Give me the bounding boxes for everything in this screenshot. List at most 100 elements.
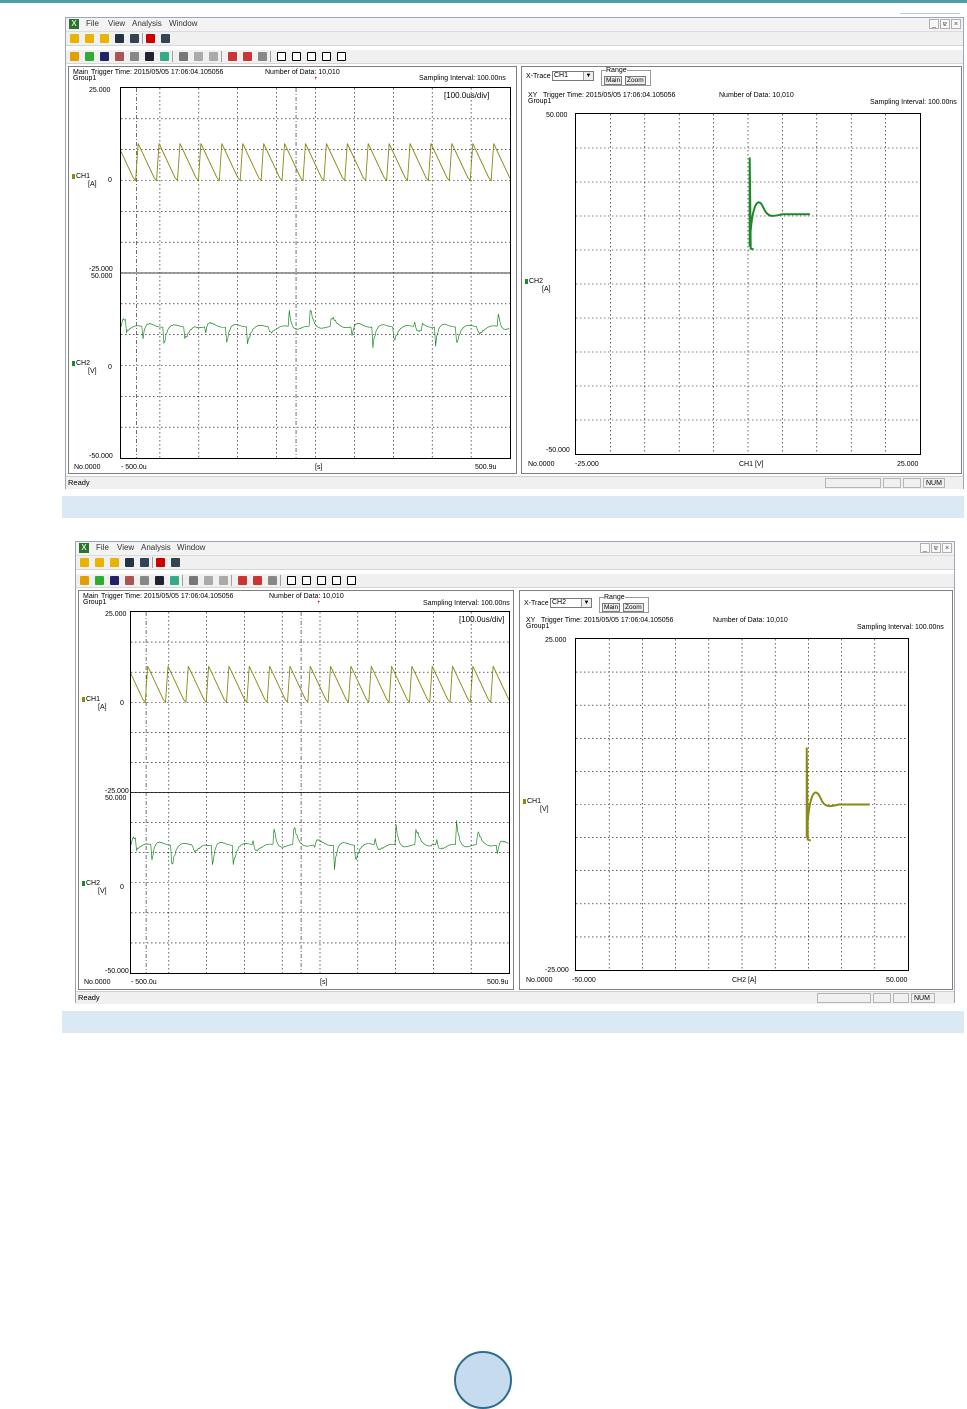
calc-icon[interactable] — [170, 576, 179, 585]
ch1-top-label: 25.000 — [105, 611, 127, 618]
xy-trigger-time: Trigger Time: 2015/05/05 17:06:04.105056 — [541, 617, 674, 624]
app-icon: X — [69, 19, 79, 29]
status-ready: Ready — [78, 993, 100, 1002]
menu-file[interactable]: File — [86, 19, 99, 28]
close-button[interactable]: × — [942, 543, 952, 553]
file-toolbar — [76, 556, 954, 570]
print-icon[interactable] — [130, 34, 139, 43]
view4-icon[interactable] — [322, 52, 331, 61]
range-main-button[interactable]: Main — [602, 603, 621, 612]
hand-icon[interactable] — [130, 52, 139, 61]
flash-icon[interactable] — [70, 52, 79, 61]
text-icon[interactable] — [155, 576, 164, 585]
open-folder-icon[interactable] — [100, 34, 109, 43]
xy-y-color-swatch — [523, 798, 526, 804]
minimize-button[interactable]: _ — [929, 19, 939, 29]
xy-plot[interactable] — [575, 113, 921, 455]
record-number: No.0000 — [74, 464, 101, 471]
pen-icon[interactable] — [125, 576, 134, 585]
load-icon[interactable] — [85, 52, 94, 61]
view5-icon[interactable] — [337, 52, 346, 61]
open-file-icon[interactable] — [95, 558, 104, 567]
view1-icon[interactable] — [287, 576, 296, 585]
view4-icon[interactable] — [332, 576, 341, 585]
ch1-top-label: 25.000 — [89, 87, 111, 94]
view2-icon[interactable] — [292, 52, 301, 61]
range-zoom-button[interactable]: Zoom — [623, 603, 644, 612]
arrow-icon[interactable] — [228, 52, 237, 61]
load-icon[interactable] — [95, 576, 104, 585]
view5-icon[interactable] — [347, 576, 356, 585]
list-icon[interactable] — [268, 576, 277, 585]
xy-number-of-data: Number of Data: 10,010 — [713, 617, 788, 624]
screenshot-1: X File View Analysis Window _ ɐ × Main G… — [65, 17, 964, 489]
ch2-unit: [V] — [98, 888, 107, 895]
menu-file[interactable]: File — [96, 543, 109, 552]
scale-icon[interactable] — [243, 52, 252, 61]
menu-view[interactable]: View — [117, 543, 134, 552]
save-icon[interactable] — [115, 34, 124, 43]
down-icon[interactable] — [219, 576, 228, 585]
close-button[interactable]: × — [951, 19, 961, 29]
xy-plot[interactable] — [575, 638, 909, 971]
new-file-icon[interactable] — [70, 34, 79, 43]
open-folder-icon[interactable] — [110, 558, 119, 567]
up-icon[interactable] — [194, 52, 203, 61]
view3-icon[interactable] — [317, 576, 326, 585]
ch2-top-label: 50.000 — [105, 795, 127, 802]
restore-button[interactable]: ɐ — [931, 543, 941, 553]
waveform-plot[interactable] — [130, 611, 510, 974]
view2-icon[interactable] — [302, 576, 311, 585]
xy-y-channel-label: CH1 — [523, 798, 541, 806]
xtrace-select[interactable]: CH2 ▼ — [550, 598, 592, 608]
range-main-button[interactable]: Main — [604, 76, 623, 85]
menu-window[interactable]: Window — [177, 543, 205, 552]
arrow-icon[interactable] — [238, 576, 247, 585]
delete-icon[interactable] — [156, 558, 165, 567]
new-file-icon[interactable] — [80, 558, 89, 567]
flash-icon[interactable] — [80, 576, 89, 585]
status-bar: Ready NUM — [66, 476, 963, 489]
hand-icon[interactable] — [140, 576, 149, 585]
minimize-button[interactable]: _ — [920, 543, 930, 553]
trigger-marker-icon: ꜛ — [314, 78, 318, 85]
menu-view[interactable]: View — [108, 19, 125, 28]
range-zoom-button[interactable]: Zoom — [625, 76, 646, 85]
xy-y-top-label: 50.000 — [546, 112, 568, 119]
marker-icon[interactable] — [179, 52, 188, 61]
x-end-label: 500.9u — [475, 464, 497, 471]
cursor-icon[interactable] — [100, 52, 109, 61]
waveform-plot[interactable] — [120, 87, 511, 459]
menu-analysis[interactable]: Analysis — [132, 19, 162, 28]
cursor-icon[interactable] — [110, 576, 119, 585]
waveform-number-of-data: Number of Data: 10,010 — [265, 69, 340, 76]
open-file-icon[interactable] — [85, 34, 94, 43]
up-icon[interactable] — [204, 576, 213, 585]
xy-y-bottom-label: -50.000 — [546, 447, 570, 454]
waveform-panel: Main Group1 Trigger Time: 2015/05/05 17:… — [78, 590, 514, 990]
view1-icon[interactable] — [277, 52, 286, 61]
toolbar-separator — [280, 575, 281, 586]
page-header-line — [900, 13, 960, 14]
restore-button[interactable]: ɐ — [940, 19, 950, 29]
menu-window[interactable]: Window — [169, 19, 197, 28]
xy-x-left-label: -50.000 — [572, 977, 596, 984]
timebase-label: [100.0us/div] — [444, 91, 490, 100]
xy-y-channel: CH2 — [529, 278, 544, 285]
menu-analysis[interactable]: Analysis — [141, 543, 171, 552]
text-icon[interactable] — [145, 52, 154, 61]
down-icon[interactable] — [209, 52, 218, 61]
delete-icon[interactable] — [146, 34, 155, 43]
pen-icon[interactable] — [115, 52, 124, 61]
calc-icon[interactable] — [160, 52, 169, 61]
page-number-circle — [454, 1351, 512, 1409]
view3-icon[interactable] — [307, 52, 316, 61]
layout-icon[interactable] — [161, 34, 170, 43]
save-icon[interactable] — [125, 558, 134, 567]
xtrace-select[interactable]: CH1 ▼ — [552, 71, 594, 81]
list-icon[interactable] — [258, 52, 267, 61]
layout-icon[interactable] — [171, 558, 180, 567]
marker-icon[interactable] — [189, 576, 198, 585]
print-icon[interactable] — [140, 558, 149, 567]
scale-icon[interactable] — [253, 576, 262, 585]
